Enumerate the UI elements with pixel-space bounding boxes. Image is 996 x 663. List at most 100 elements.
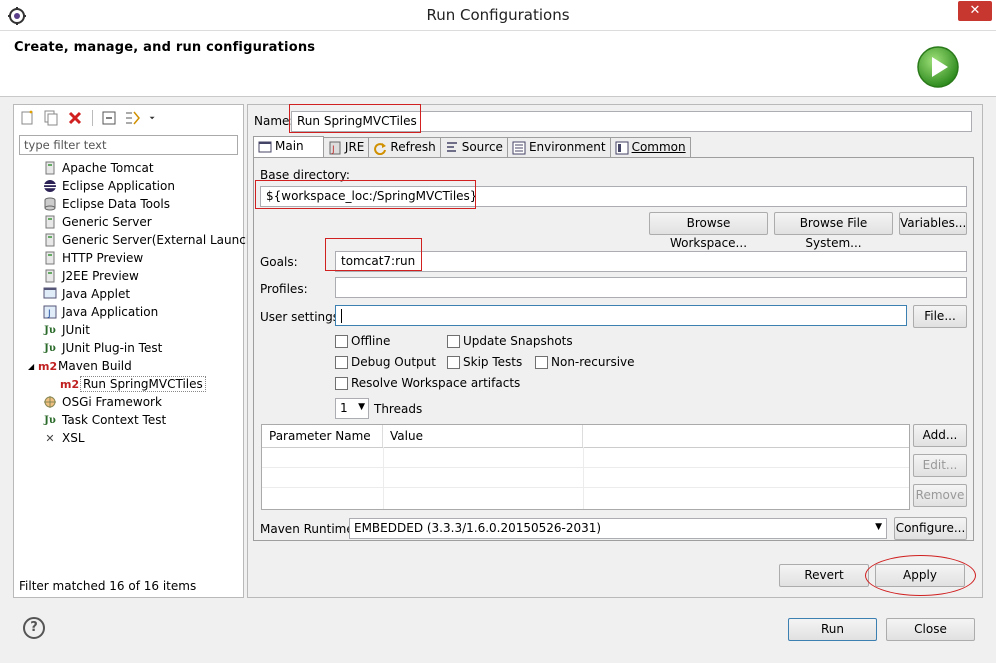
user-settings-field[interactable] [335, 305, 907, 326]
server-icon [42, 251, 58, 267]
tab-source[interactable]: Source [439, 137, 508, 158]
tree-item-osgi-framework[interactable]: OSGi Framework [42, 393, 162, 411]
annotation-base-dir-box [255, 180, 476, 209]
junit-icon: Jυ [44, 414, 56, 426]
tree-item-java-application[interactable]: J Java Application [42, 303, 158, 321]
file-button[interactable]: File... [913, 305, 967, 328]
tree-item-xsl[interactable]: ✕ XSL [42, 429, 84, 447]
source-icon [446, 141, 457, 152]
checkbox-box[interactable] [335, 356, 348, 369]
tab-jre[interactable]: J JRE [322, 137, 370, 158]
delete-icon[interactable] [67, 110, 83, 126]
debug-output-checkbox[interactable]: Debug Output [335, 355, 436, 369]
resolve-workspace-checkbox[interactable]: Resolve Workspace artifacts [335, 376, 520, 390]
launch-toolbar [19, 110, 163, 128]
environment-icon [512, 141, 526, 154]
goals-field[interactable]: tomcat7:run [335, 251, 967, 272]
tree-item-task-context-test[interactable]: Jυ Task Context Test [42, 411, 166, 429]
configure-button[interactable]: Configure... [894, 517, 967, 540]
row-divider [262, 467, 909, 468]
edit-button[interactable]: Edit... [913, 454, 967, 477]
add-button[interactable]: Add... [913, 424, 967, 447]
view-menu-icon[interactable] [149, 110, 159, 126]
variables-button[interactable]: Variables... [899, 212, 967, 235]
checkbox-box[interactable] [335, 377, 348, 390]
browse-file-system-button[interactable]: Browse File System... [774, 212, 893, 250]
annotation-name-box [289, 104, 421, 133]
profiles-field[interactable] [335, 277, 967, 298]
server-icon [42, 215, 58, 231]
window-title: Run Configurations [426, 6, 570, 24]
tree-item-eclipse-data-tools[interactable]: Eclipse Data Tools [42, 195, 170, 213]
help-icon[interactable]: ? [23, 617, 45, 639]
junit-icon: Jυ [44, 324, 56, 336]
profiles-label: Profiles: [260, 282, 308, 296]
maven-icon: m2 [38, 359, 58, 373]
offline-checkbox[interactable]: Offline [335, 334, 390, 348]
eclipse-icon [42, 179, 58, 195]
tree-item-java-applet[interactable]: Java Applet [42, 285, 130, 303]
tab-main[interactable]: Main [253, 136, 324, 158]
filter-input[interactable]: type filter text [19, 135, 238, 155]
osgi-icon [42, 395, 58, 411]
tree-item-maven-build[interactable]: ◢ m2Maven Build [28, 357, 132, 375]
server-icon [42, 233, 58, 249]
col-divider [583, 447, 584, 509]
new-configuration-icon[interactable] [19, 110, 35, 126]
row-divider [262, 487, 909, 488]
tab-refresh[interactable]: Refresh [368, 137, 441, 158]
parameters-table[interactable]: Parameter Name Value [261, 424, 910, 510]
revert-button[interactable]: Revert [779, 564, 869, 587]
duplicate-icon[interactable] [43, 110, 59, 126]
tree-item-j2ee-preview[interactable]: J2EE Preview [42, 267, 139, 285]
checkbox-box[interactable] [335, 335, 348, 348]
header-divider [262, 447, 909, 448]
svg-text:J: J [47, 309, 51, 319]
update-snapshots-checkbox[interactable]: Update Snapshots [447, 334, 573, 348]
run-icon [917, 46, 959, 88]
title-bar: Run Configurations ✕ [0, 0, 996, 31]
tree-item-generic-server-external[interactable]: Generic Server(External Launch) [42, 231, 258, 249]
tree-item-apache-tomcat[interactable]: Apache Tomcat [42, 159, 154, 177]
threads-select[interactable]: 1 ▼ [335, 398, 369, 419]
checkbox-box[interactable] [535, 356, 548, 369]
applet-icon [42, 287, 58, 303]
config-tabs: Main J JRE Refresh Source Environment Common [253, 136, 691, 158]
tree-item-junit[interactable]: Jυ JUnit [42, 321, 90, 339]
filter-status: Filter matched 16 of 16 items [19, 579, 197, 593]
filter-icon[interactable] [125, 110, 141, 126]
tree-item-generic-server[interactable]: Generic Server [42, 213, 152, 231]
goals-label: Goals: [260, 255, 298, 269]
checkbox-box[interactable] [447, 356, 460, 369]
close-icon[interactable]: ✕ [958, 1, 992, 21]
skip-tests-checkbox[interactable]: Skip Tests [447, 355, 522, 369]
maven-icon: m2 [60, 377, 80, 391]
tab-common[interactable]: Common [609, 137, 691, 158]
refresh-icon [374, 142, 387, 155]
tab-environment[interactable]: Environment [506, 137, 611, 158]
tomcat-icon [42, 161, 58, 177]
checkbox-box[interactable] [447, 335, 460, 348]
maven-runtime-select[interactable]: EMBEDDED (3.3.3/1.6.0.20150526-2031) ▼ [349, 518, 887, 539]
tree-item-http-preview[interactable]: HTTP Preview [42, 249, 143, 267]
run-button[interactable]: Run [788, 618, 877, 641]
tree-item-junit-plugin-test[interactable]: Jυ JUnit Plug-in Test [42, 339, 162, 357]
collapse-all-icon[interactable] [101, 110, 117, 126]
table-header-value[interactable]: Value [383, 425, 583, 447]
dialog-header: Create, manage, and run configurations [0, 31, 996, 97]
expand-arrow-icon[interactable]: ◢ [28, 358, 38, 376]
user-settings-label: User settings: [260, 310, 344, 324]
tree-item-run-springmvctiles[interactable]: m2 Run SpringMVCTiles [60, 375, 206, 393]
browse-workspace-button[interactable]: Browse Workspace... [649, 212, 768, 250]
col-divider [383, 447, 384, 509]
table-header-parameter-name[interactable]: Parameter Name [262, 425, 383, 447]
non-recursive-checkbox[interactable]: Non-recursive [535, 355, 635, 369]
chevron-down-icon: ▼ [358, 402, 365, 412]
xsl-icon: ✕ [45, 431, 55, 445]
dialog-heading: Create, manage, and run configurations [14, 40, 316, 55]
threads-label: Threads [374, 402, 423, 416]
remove-button[interactable]: Remove [913, 484, 967, 507]
tree-item-eclipse-application[interactable]: Eclipse Application [42, 177, 175, 195]
close-button[interactable]: Close [886, 618, 975, 641]
configuration-list-panel: type filter text Apache Tomcat Eclipse A… [13, 104, 258, 598]
